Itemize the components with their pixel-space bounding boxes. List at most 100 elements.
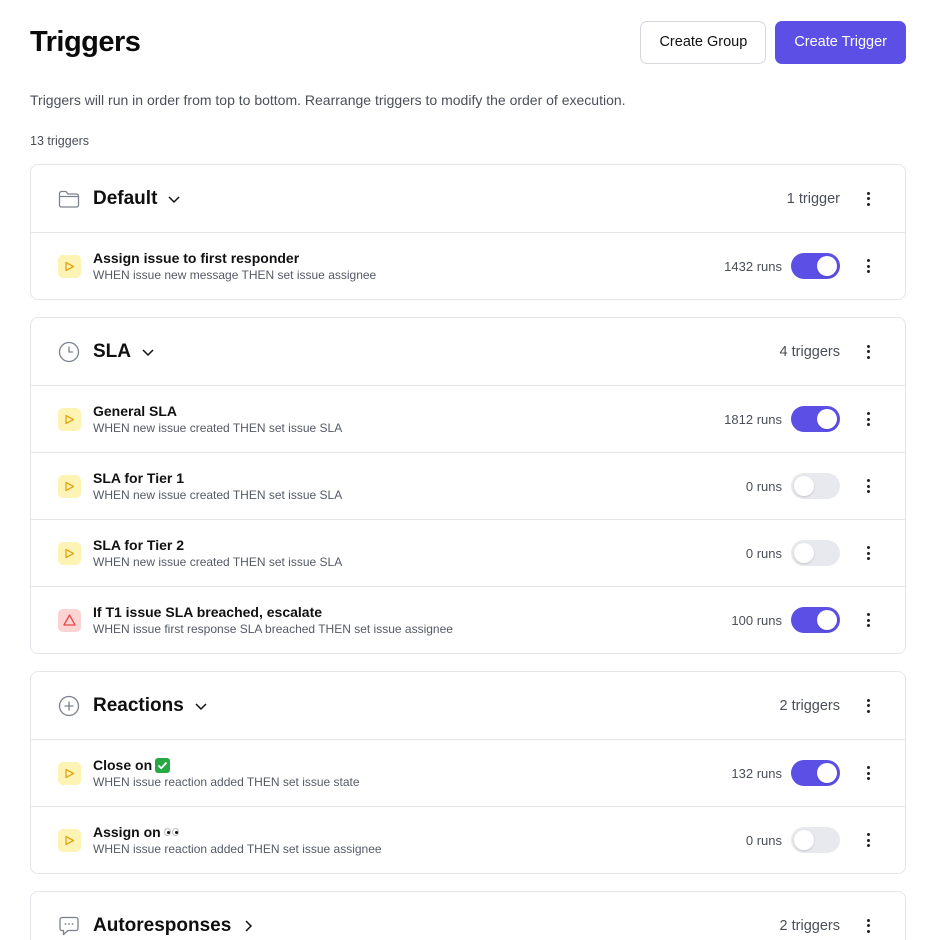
toggle-knob xyxy=(794,830,814,850)
trigger-row[interactable]: If T1 issue SLA breached, escalate WHEN … xyxy=(31,586,905,653)
chevron-down-icon[interactable] xyxy=(193,698,209,714)
group-name: Default xyxy=(93,187,158,209)
trigger-text: General SLA WHEN new issue created THEN … xyxy=(93,403,342,436)
trigger-group-autoresponses: Autoresponses 2 triggers xyxy=(30,891,906,940)
trigger-row[interactable]: SLA for Tier 2 WHEN new issue created TH… xyxy=(31,519,905,586)
trigger-name: Assign issue to first responder xyxy=(93,249,300,266)
more-options-icon[interactable] xyxy=(858,610,878,630)
trigger-description: WHEN issue reaction added THEN set issue… xyxy=(93,774,360,789)
run-count: 100 runs xyxy=(731,612,782,628)
enable-toggle[interactable] xyxy=(791,406,840,432)
chevron-right-icon[interactable] xyxy=(240,918,256,934)
chevron-down-icon[interactable] xyxy=(140,344,156,360)
run-count: 0 runs xyxy=(745,478,782,494)
chat-bubble-icon xyxy=(58,915,80,937)
group-header[interactable]: Default 1 trigger xyxy=(31,165,905,232)
enable-toggle[interactable] xyxy=(791,540,840,566)
enable-toggle[interactable] xyxy=(791,473,840,499)
clock-icon xyxy=(58,341,80,363)
eyes-emoji-icon xyxy=(163,828,179,836)
group-name: SLA xyxy=(93,340,131,362)
trigger-row[interactable]: Assign issue to first responder WHEN iss… xyxy=(31,232,905,299)
group-trigger-count: 1 trigger xyxy=(786,190,840,207)
check-mark-emoji-icon xyxy=(155,757,171,773)
play-icon xyxy=(58,828,81,852)
toggle-knob xyxy=(817,409,837,429)
enable-toggle[interactable] xyxy=(791,760,840,786)
more-options-icon[interactable] xyxy=(858,543,878,563)
play-icon xyxy=(58,541,81,565)
trigger-name-label: Close on xyxy=(93,756,153,773)
run-count: 1812 runs xyxy=(724,411,782,427)
toggle-knob xyxy=(817,256,837,276)
trigger-name: Close on xyxy=(93,757,360,774)
trigger-name: SLA for Tier 2 xyxy=(93,536,185,553)
plus-circle-icon xyxy=(58,695,80,717)
play-icon xyxy=(58,761,81,785)
run-count: 0 runs xyxy=(745,545,782,561)
trigger-group-sla: SLA 4 triggers General SLA WHEN new issu… xyxy=(30,317,906,654)
play-icon xyxy=(58,254,81,278)
trigger-description: WHEN issue first response SLA breached T… xyxy=(93,621,453,636)
more-options-icon[interactable] xyxy=(858,256,878,276)
trigger-description: WHEN issue new message THEN set issue as… xyxy=(93,267,377,282)
more-options-icon[interactable] xyxy=(858,189,878,209)
create-group-button[interactable]: Create Group xyxy=(640,20,767,64)
group-trigger-count: 4 triggers xyxy=(779,343,840,360)
trigger-description: WHEN issue reaction added THEN set issue… xyxy=(93,841,382,856)
more-options-icon[interactable] xyxy=(858,342,878,362)
chevron-down-icon[interactable] xyxy=(166,191,182,207)
trigger-text: SLA for Tier 2 WHEN new issue created TH… xyxy=(93,537,342,570)
trigger-name: SLA for Tier 1 xyxy=(93,469,185,486)
trigger-text: Close on WHEN issue reaction added THEN … xyxy=(93,757,360,790)
enable-toggle[interactable] xyxy=(791,253,840,279)
group-trigger-count: 2 triggers xyxy=(779,917,840,934)
more-options-icon[interactable] xyxy=(858,763,878,783)
toggle-knob xyxy=(794,543,814,563)
more-options-icon[interactable] xyxy=(858,696,878,716)
header-actions: Create Group Create Trigger xyxy=(640,20,906,64)
play-icon xyxy=(58,474,81,498)
group-header[interactable]: SLA 4 triggers xyxy=(31,318,905,385)
page-title: Triggers xyxy=(30,25,141,58)
group-header[interactable]: Autoresponses 2 triggers xyxy=(31,892,905,940)
toggle-knob xyxy=(817,610,837,630)
trigger-count: 13 triggers xyxy=(30,134,90,148)
trigger-row[interactable]: Assign on WHEN issue reaction added THEN… xyxy=(31,806,905,873)
trigger-name-label: Assign on xyxy=(93,823,161,840)
folder-icon xyxy=(58,188,80,210)
trigger-description: WHEN new issue created THEN set issue SL… xyxy=(93,487,343,502)
trigger-description: WHEN new issue created THEN set issue SL… xyxy=(93,420,343,435)
create-trigger-button[interactable]: Create Trigger xyxy=(775,20,906,64)
toggle-knob xyxy=(817,763,837,783)
trigger-group-default: Default 1 trigger Assign issue to first … xyxy=(30,164,906,300)
trigger-row[interactable]: General SLA WHEN new issue created THEN … xyxy=(31,385,905,452)
group-header[interactable]: Reactions 2 triggers xyxy=(31,672,905,739)
trigger-text: Assign issue to first responder WHEN iss… xyxy=(93,250,376,283)
page-header: Triggers Create Group Create Trigger xyxy=(30,20,906,64)
trigger-name: If T1 issue SLA breached, escalate xyxy=(93,603,323,620)
more-options-icon[interactable] xyxy=(858,409,878,429)
enable-toggle[interactable] xyxy=(791,827,840,853)
run-count: 132 runs xyxy=(731,765,782,781)
more-options-icon[interactable] xyxy=(858,830,878,850)
trigger-text: If T1 issue SLA breached, escalate WHEN … xyxy=(93,604,453,637)
play-icon xyxy=(58,407,81,431)
warning-icon xyxy=(58,608,81,632)
run-count: 0 runs xyxy=(745,832,782,848)
toggle-knob xyxy=(794,476,814,496)
trigger-text: SLA for Tier 1 WHEN new issue created TH… xyxy=(93,470,342,503)
trigger-row[interactable]: Close on WHEN issue reaction added THEN … xyxy=(31,739,905,806)
more-options-icon[interactable] xyxy=(858,916,878,936)
more-options-icon[interactable] xyxy=(858,476,878,496)
group-trigger-count: 2 triggers xyxy=(779,697,840,714)
trigger-group-reactions: Reactions 2 triggers Close on WHEN issue… xyxy=(30,671,906,874)
page-description: Triggers will run in order from top to b… xyxy=(30,92,626,108)
trigger-description: WHEN new issue created THEN set issue SL… xyxy=(93,554,343,569)
trigger-text: Assign on WHEN issue reaction added THEN… xyxy=(93,824,382,857)
group-name: Autoresponses xyxy=(93,914,232,936)
trigger-name: Assign on xyxy=(93,824,382,841)
enable-toggle[interactable] xyxy=(791,607,840,633)
run-count: 1432 runs xyxy=(724,258,782,274)
trigger-row[interactable]: SLA for Tier 1 WHEN new issue created TH… xyxy=(31,452,905,519)
